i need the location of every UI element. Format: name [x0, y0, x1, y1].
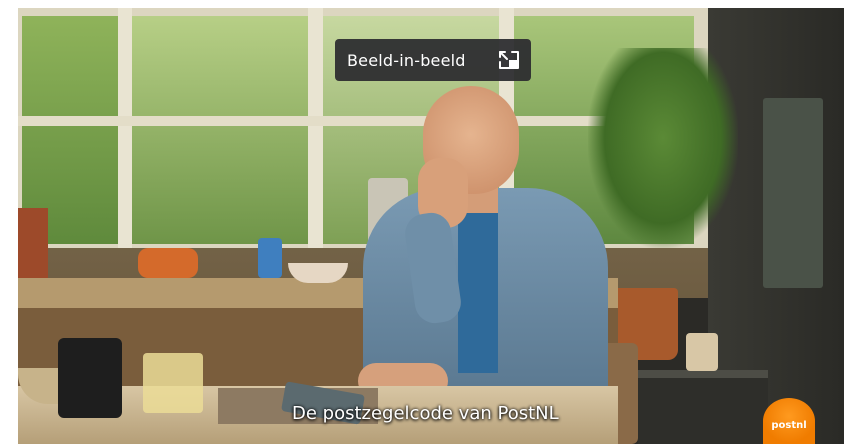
- postnl-logo: postnl: [763, 398, 815, 444]
- subtitle-caption: De postzegelcode van PostNL: [292, 403, 559, 424]
- tooltip-label: Beeld-in-beeld: [347, 50, 466, 70]
- pip-tooltip: Beeld-in-beeld: [335, 39, 531, 81]
- picture-in-picture-icon[interactable]: [497, 48, 521, 72]
- postnl-logo-text: postnl: [771, 419, 807, 431]
